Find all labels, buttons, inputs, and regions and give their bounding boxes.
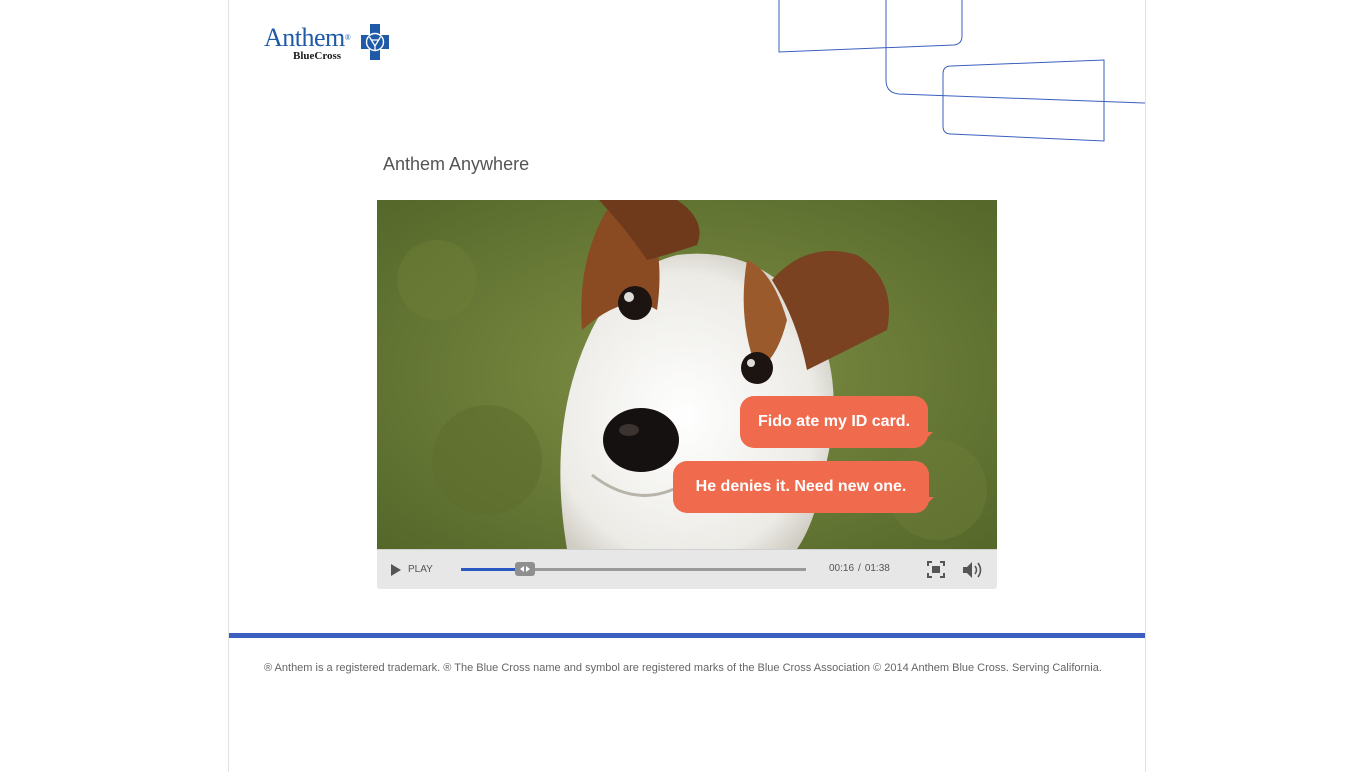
speech-bubble-1-tail <box>917 432 933 448</box>
speech-bubble-1: Fido ate my ID card. <box>740 396 928 448</box>
video-player[interactable]: Fido ate my ID card. He denies it. Need … <box>377 200 997 589</box>
footer-divider <box>229 633 1145 638</box>
speech-bubble-2-tail <box>918 497 934 513</box>
play-icon <box>391 564 401 576</box>
duration: 01:38 <box>864 563 890 574</box>
play-button[interactable]: PLAY <box>391 562 443 578</box>
play-label: PLAY <box>408 564 433 575</box>
video-frame[interactable]: Fido ate my ID card. He denies it. Need … <box>377 200 997 549</box>
progress-bar[interactable] <box>461 562 806 576</box>
logo-subname: BlueCross <box>293 50 342 62</box>
blue-cross-icon <box>361 24 389 60</box>
email-page: Anthem® BlueCross Anthem Anywhere Fido a… <box>228 0 1146 772</box>
current-time: 00:16 <box>829 563 855 574</box>
anthem-logo[interactable]: Anthem® BlueCross <box>264 24 394 64</box>
time-separator: / <box>858 563 861 574</box>
logo-wordmark: Anthem® <box>264 23 351 52</box>
fullscreen-icon[interactable] <box>927 561 945 578</box>
logo-reg-mark: ® <box>344 33 351 42</box>
video-controls: PLAY 00:16/01:38 <box>377 549 997 589</box>
progress-fill <box>461 568 518 571</box>
volume-icon[interactable] <box>962 561 984 579</box>
speech-bubble-2: He denies it. Need new one. <box>673 461 929 513</box>
page-title: Anthem Anywhere <box>383 154 530 174</box>
time-display: 00:16/01:38 <box>829 563 890 574</box>
logo-name: Anthem <box>264 23 345 52</box>
footer-legal-text: ® Anthem is a registered trademark. ® Th… <box>264 662 1102 674</box>
scrubber-handle[interactable] <box>515 562 536 576</box>
